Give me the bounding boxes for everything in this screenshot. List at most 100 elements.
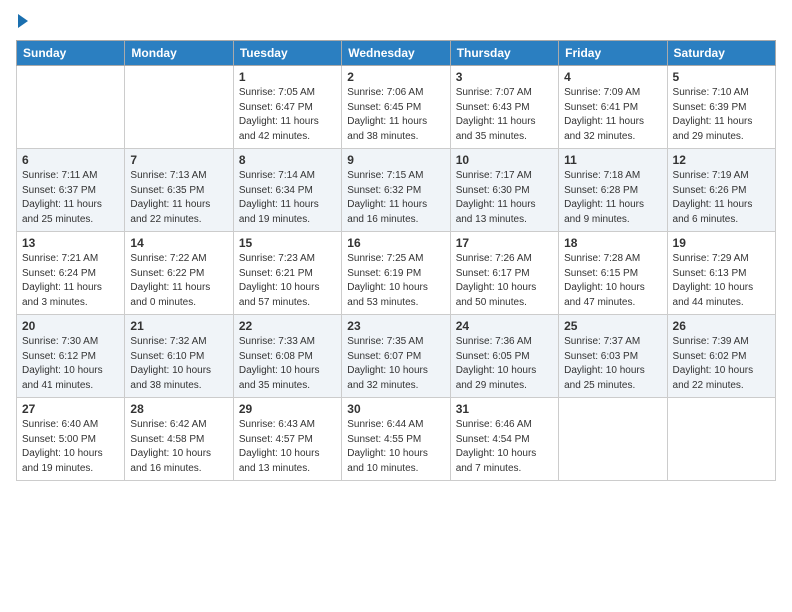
calendar-cell: 12 Sunrise: 7:19 AM Sunset: 6:26 PM Dayli… bbox=[667, 149, 775, 232]
day-of-week-header: Tuesday bbox=[233, 41, 341, 66]
calendar-cell: 2Sunrise: 7:06 AM Sunset: 6:45 PM Daylig… bbox=[342, 66, 450, 149]
day-info: Sunrise: 7:21 AM Sunset: 6:24 PM Dayligh… bbox=[22, 252, 119, 310]
calendar-week-row: 13 Sunrise: 7:21 AM Sunset: 6:24 PM Dayli… bbox=[17, 232, 776, 315]
calendar-cell: 20Sunrise: 7:30 AM Sunset: 6:12 PM Dayli… bbox=[17, 315, 125, 398]
day-info: Sunrise: 7:39 AM Sunset: 6:02 PM Dayligh… bbox=[673, 335, 770, 393]
day-info: Sunrise: 7:11 AM Sunset: 6:37 PM Dayligh… bbox=[22, 169, 119, 227]
day-number: 10 bbox=[456, 153, 553, 167]
day-number: 13 bbox=[22, 236, 119, 250]
day-number: 28 bbox=[130, 402, 227, 416]
day-number: 14 bbox=[130, 236, 227, 250]
day-number: 1 bbox=[239, 70, 336, 84]
day-number: 23 bbox=[347, 319, 444, 333]
calendar-cell: 8 Sunrise: 7:14 AM Sunset: 6:34 PM Daylig… bbox=[233, 149, 341, 232]
day-info: Sunrise: 7:17 AM Sunset: 6:30 PM Dayligh… bbox=[456, 169, 553, 227]
day-info: Sunrise: 7:13 AM Sunset: 6:35 PM Dayligh… bbox=[130, 169, 227, 227]
calendar-cell: 18Sunrise: 7:28 AM Sunset: 6:15 PM Dayli… bbox=[559, 232, 667, 315]
day-info: Sunrise: 7:37 AM Sunset: 6:03 PM Dayligh… bbox=[564, 335, 661, 393]
day-number: 2 bbox=[347, 70, 444, 84]
calendar-cell: 6 Sunrise: 7:11 AM Sunset: 6:37 PM Daylig… bbox=[17, 149, 125, 232]
calendar-cell: 14 Sunrise: 7:22 AM Sunset: 6:22 PM Dayli… bbox=[125, 232, 233, 315]
calendar-cell: 15 Sunrise: 7:23 AM Sunset: 6:21 PM Dayli… bbox=[233, 232, 341, 315]
day-info: Sunrise: 7:30 AM Sunset: 6:12 PM Dayligh… bbox=[22, 335, 119, 393]
calendar-cell bbox=[667, 398, 775, 481]
day-number: 6 bbox=[22, 153, 119, 167]
day-info: Sunrise: 6:44 AM Sunset: 4:55 PM Dayligh… bbox=[347, 418, 444, 476]
day-number: 31 bbox=[456, 402, 553, 416]
calendar-cell bbox=[125, 66, 233, 149]
day-info: Sunrise: 7:32 AM Sunset: 6:10 PM Dayligh… bbox=[130, 335, 227, 393]
calendar-cell: 1 Sunrise: 7:05 AM Sunset: 6:47 PM Daylig… bbox=[233, 66, 341, 149]
day-number: 26 bbox=[673, 319, 770, 333]
day-of-week-header: Friday bbox=[559, 41, 667, 66]
calendar-cell: 29 Sunrise: 6:43 AM Sunset: 4:57 PM Dayli… bbox=[233, 398, 341, 481]
day-number: 17 bbox=[456, 236, 553, 250]
calendar-cell: 31 Sunrise: 6:46 AM Sunset: 4:54 PM Dayli… bbox=[450, 398, 558, 481]
day-number: 9 bbox=[347, 153, 444, 167]
calendar-cell: 13 Sunrise: 7:21 AM Sunset: 6:24 PM Dayli… bbox=[17, 232, 125, 315]
calendar-cell: 19Sunrise: 7:29 AM Sunset: 6:13 PM Dayli… bbox=[667, 232, 775, 315]
day-number: 11 bbox=[564, 153, 661, 167]
day-of-week-header: Monday bbox=[125, 41, 233, 66]
day-number: 8 bbox=[239, 153, 336, 167]
day-of-week-header: Sunday bbox=[17, 41, 125, 66]
calendar-week-row: 20Sunrise: 7:30 AM Sunset: 6:12 PM Dayli… bbox=[17, 315, 776, 398]
calendar-week-row: 6 Sunrise: 7:11 AM Sunset: 6:37 PM Daylig… bbox=[17, 149, 776, 232]
day-of-week-header: Wednesday bbox=[342, 41, 450, 66]
day-info: Sunrise: 7:14 AM Sunset: 6:34 PM Dayligh… bbox=[239, 169, 336, 227]
calendar-table: SundayMondayTuesdayWednesdayThursdayFrid… bbox=[16, 40, 776, 481]
day-of-week-header: Saturday bbox=[667, 41, 775, 66]
day-number: 18 bbox=[564, 236, 661, 250]
calendar-cell: 3 Sunrise: 7:07 AM Sunset: 6:43 PM Daylig… bbox=[450, 66, 558, 149]
day-info: Sunrise: 7:29 AM Sunset: 6:13 PM Dayligh… bbox=[673, 252, 770, 310]
calendar-cell: 10 Sunrise: 7:17 AM Sunset: 6:30 PM Dayli… bbox=[450, 149, 558, 232]
calendar-header-row: SundayMondayTuesdayWednesdayThursdayFrid… bbox=[17, 41, 776, 66]
day-info: Sunrise: 7:15 AM Sunset: 6:32 PM Dayligh… bbox=[347, 169, 444, 227]
day-number: 27 bbox=[22, 402, 119, 416]
day-info: Sunrise: 7:22 AM Sunset: 6:22 PM Dayligh… bbox=[130, 252, 227, 310]
day-info: Sunrise: 6:42 AM Sunset: 4:58 PM Dayligh… bbox=[130, 418, 227, 476]
day-info: Sunrise: 6:40 AM Sunset: 5:00 PM Dayligh… bbox=[22, 418, 119, 476]
day-number: 3 bbox=[456, 70, 553, 84]
day-number: 15 bbox=[239, 236, 336, 250]
calendar-cell: 4 Sunrise: 7:09 AM Sunset: 6:41 PM Daylig… bbox=[559, 66, 667, 149]
day-number: 5 bbox=[673, 70, 770, 84]
calendar-cell: 7 Sunrise: 7:13 AM Sunset: 6:35 PM Daylig… bbox=[125, 149, 233, 232]
calendar-cell: 25 Sunrise: 7:37 AM Sunset: 6:03 PM Dayli… bbox=[559, 315, 667, 398]
day-info: Sunrise: 7:19 AM Sunset: 6:26 PM Dayligh… bbox=[673, 169, 770, 227]
day-number: 22 bbox=[239, 319, 336, 333]
day-number: 21 bbox=[130, 319, 227, 333]
day-info: Sunrise: 7:07 AM Sunset: 6:43 PM Dayligh… bbox=[456, 86, 553, 144]
day-info: Sunrise: 7:18 AM Sunset: 6:28 PM Dayligh… bbox=[564, 169, 661, 227]
day-number: 4 bbox=[564, 70, 661, 84]
day-info: Sunrise: 7:05 AM Sunset: 6:47 PM Dayligh… bbox=[239, 86, 336, 144]
calendar-cell: 17Sunrise: 7:26 AM Sunset: 6:17 PM Dayli… bbox=[450, 232, 558, 315]
day-number: 7 bbox=[130, 153, 227, 167]
calendar-cell: 26 Sunrise: 7:39 AM Sunset: 6:02 PM Dayli… bbox=[667, 315, 775, 398]
day-info: Sunrise: 7:33 AM Sunset: 6:08 PM Dayligh… bbox=[239, 335, 336, 393]
day-number: 25 bbox=[564, 319, 661, 333]
day-info: Sunrise: 7:25 AM Sunset: 6:19 PM Dayligh… bbox=[347, 252, 444, 310]
calendar-cell: 21 Sunrise: 7:32 AM Sunset: 6:10 PM Dayli… bbox=[125, 315, 233, 398]
day-number: 30 bbox=[347, 402, 444, 416]
day-number: 16 bbox=[347, 236, 444, 250]
day-info: Sunrise: 7:35 AM Sunset: 6:07 PM Dayligh… bbox=[347, 335, 444, 393]
page-header bbox=[16, 16, 776, 28]
day-of-week-header: Thursday bbox=[450, 41, 558, 66]
calendar-cell: 11 Sunrise: 7:18 AM Sunset: 6:28 PM Dayli… bbox=[559, 149, 667, 232]
calendar-cell: 16 Sunrise: 7:25 AM Sunset: 6:19 PM Dayli… bbox=[342, 232, 450, 315]
day-info: Sunrise: 6:43 AM Sunset: 4:57 PM Dayligh… bbox=[239, 418, 336, 476]
calendar-cell bbox=[559, 398, 667, 481]
day-info: Sunrise: 7:36 AM Sunset: 6:05 PM Dayligh… bbox=[456, 335, 553, 393]
calendar-cell: 30 Sunrise: 6:44 AM Sunset: 4:55 PM Dayli… bbox=[342, 398, 450, 481]
day-number: 29 bbox=[239, 402, 336, 416]
day-number: 12 bbox=[673, 153, 770, 167]
calendar-cell bbox=[17, 66, 125, 149]
calendar-cell: 23 Sunrise: 7:35 AM Sunset: 6:07 PM Dayli… bbox=[342, 315, 450, 398]
day-info: Sunrise: 6:46 AM Sunset: 4:54 PM Dayligh… bbox=[456, 418, 553, 476]
calendar-week-row: 27 Sunrise: 6:40 AM Sunset: 5:00 PM Dayli… bbox=[17, 398, 776, 481]
day-info: Sunrise: 7:09 AM Sunset: 6:41 PM Dayligh… bbox=[564, 86, 661, 144]
calendar-cell: 28 Sunrise: 6:42 AM Sunset: 4:58 PM Dayli… bbox=[125, 398, 233, 481]
day-info: Sunrise: 7:23 AM Sunset: 6:21 PM Dayligh… bbox=[239, 252, 336, 310]
logo bbox=[16, 16, 28, 28]
